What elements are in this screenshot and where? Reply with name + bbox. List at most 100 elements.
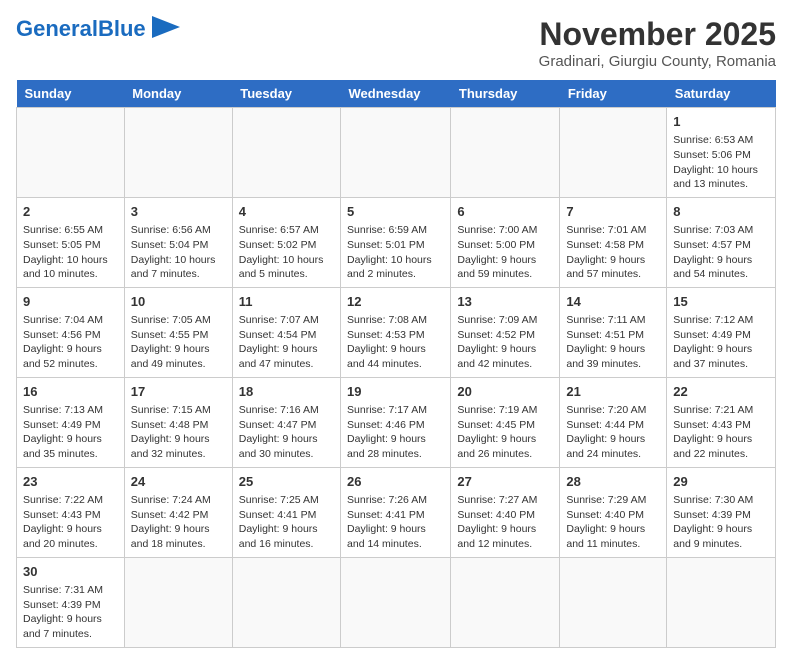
weekday-header-wednesday: Wednesday — [341, 80, 451, 108]
day-info: Sunrise: 7:13 AM Sunset: 4:49 PM Dayligh… — [23, 404, 103, 460]
day-info: Sunrise: 6:53 AM Sunset: 5:06 PM Dayligh… — [673, 134, 758, 190]
day-number: 25 — [239, 473, 334, 491]
calendar-cell — [341, 108, 451, 198]
day-number: 22 — [673, 383, 769, 401]
day-info: Sunrise: 7:08 AM Sunset: 4:53 PM Dayligh… — [347, 314, 427, 370]
day-number: 19 — [347, 383, 444, 401]
calendar-cell — [667, 557, 776, 647]
day-number: 30 — [23, 563, 118, 581]
calendar-cell: 5Sunrise: 6:59 AM Sunset: 5:01 PM Daylig… — [341, 197, 451, 287]
calendar-cell: 16 Sunrise: 7:13 AM Sunset: 4:49 PM Dayli… — [17, 377, 125, 467]
day-info: Sunrise: 7:21 AM Sunset: 4:43 PM Dayligh… — [673, 404, 753, 460]
calendar-cell — [451, 557, 560, 647]
day-info: Sunrise: 7:24 AM Sunset: 4:42 PM Dayligh… — [131, 494, 211, 550]
location-title: Gradinari, Giurgiu County, Romania — [539, 53, 776, 70]
calendar-cell: 22 Sunrise: 7:21 AM Sunset: 4:43 PM Dayli… — [667, 377, 776, 467]
day-info: Sunrise: 7:01 AM Sunset: 4:58 PM Dayligh… — [566, 224, 646, 280]
calendar-cell — [17, 108, 125, 198]
day-info: Sunrise: 7:07 AM Sunset: 4:54 PM Dayligh… — [239, 314, 319, 370]
day-info: Sunrise: 7:15 AM Sunset: 4:48 PM Dayligh… — [131, 404, 211, 460]
calendar-cell: 4 Sunrise: 6:57 AM Sunset: 5:02 PM Daylig… — [232, 197, 340, 287]
day-info: Sunrise: 7:30 AM Sunset: 4:39 PM Dayligh… — [673, 494, 753, 550]
calendar-cell: 1Sunrise: 6:53 AM Sunset: 5:06 PM Daylig… — [667, 108, 776, 198]
calendar-cell: 9Sunrise: 7:04 AM Sunset: 4:56 PM Daylig… — [17, 287, 125, 377]
calendar-cell: 18 Sunrise: 7:16 AM Sunset: 4:47 PM Dayli… — [232, 377, 340, 467]
day-info: Sunrise: 6:57 AM Sunset: 5:02 PM Dayligh… — [239, 224, 324, 280]
day-info: Sunrise: 7:16 AM Sunset: 4:47 PM Dayligh… — [239, 404, 319, 460]
day-number: 16 — [23, 383, 118, 401]
day-info: Sunrise: 7:03 AM Sunset: 4:57 PM Dayligh… — [673, 224, 753, 280]
day-info: Sunrise: 7:22 AM Sunset: 4:43 PM Dayligh… — [23, 494, 103, 550]
day-number: 6 — [457, 203, 553, 221]
day-info: Sunrise: 7:09 AM Sunset: 4:52 PM Dayligh… — [457, 314, 537, 370]
calendar-cell: 29 Sunrise: 7:30 AM Sunset: 4:39 PM Dayli… — [667, 467, 776, 557]
day-number: 23 — [23, 473, 118, 491]
calendar-cell: 13 Sunrise: 7:09 AM Sunset: 4:52 PM Dayli… — [451, 287, 560, 377]
calendar-week-2: 2Sunrise: 6:55 AM Sunset: 5:05 PM Daylig… — [17, 197, 776, 287]
day-number: 12 — [347, 293, 444, 311]
calendar-cell: 2Sunrise: 6:55 AM Sunset: 5:05 PM Daylig… — [17, 197, 125, 287]
day-number: 27 — [457, 473, 553, 491]
day-number: 10 — [131, 293, 226, 311]
calendar-cell: 23 Sunrise: 7:22 AM Sunset: 4:43 PM Dayli… — [17, 467, 125, 557]
calendar-cell — [124, 108, 232, 198]
weekday-header-thursday: Thursday — [451, 80, 560, 108]
logo-icon — [152, 16, 180, 38]
calendar-cell: 26 Sunrise: 7:26 AM Sunset: 4:41 PM Dayli… — [341, 467, 451, 557]
day-info: Sunrise: 7:12 AM Sunset: 4:49 PM Dayligh… — [673, 314, 753, 370]
day-info: Sunrise: 7:25 AM Sunset: 4:41 PM Dayligh… — [239, 494, 319, 550]
calendar-cell — [232, 557, 340, 647]
calendar-cell: 17 Sunrise: 7:15 AM Sunset: 4:48 PM Dayli… — [124, 377, 232, 467]
day-number: 26 — [347, 473, 444, 491]
day-info: Sunrise: 7:04 AM Sunset: 4:56 PM Dayligh… — [23, 314, 103, 370]
calendar-cell — [560, 108, 667, 198]
calendar-cell: 15 Sunrise: 7:12 AM Sunset: 4:49 PM Dayli… — [667, 287, 776, 377]
logo: GeneralBlue — [16, 16, 180, 43]
month-title: November 2025 — [539, 16, 776, 53]
day-info: Sunrise: 7:27 AM Sunset: 4:40 PM Dayligh… — [457, 494, 537, 550]
logo-general: General — [16, 16, 98, 41]
calendar-cell: 21Sunrise: 7:20 AM Sunset: 4:44 PM Dayli… — [560, 377, 667, 467]
calendar-cell: 28Sunrise: 7:29 AM Sunset: 4:40 PM Dayli… — [560, 467, 667, 557]
calendar-cell — [560, 557, 667, 647]
calendar-cell: 20Sunrise: 7:19 AM Sunset: 4:45 PM Dayli… — [451, 377, 560, 467]
day-number: 21 — [566, 383, 660, 401]
day-number: 13 — [457, 293, 553, 311]
weekday-header-row: SundayMondayTuesdayWednesdayThursdayFrid… — [17, 80, 776, 108]
day-info: Sunrise: 7:00 AM Sunset: 5:00 PM Dayligh… — [457, 224, 537, 280]
day-number: 29 — [673, 473, 769, 491]
day-info: Sunrise: 7:19 AM Sunset: 4:45 PM Dayligh… — [457, 404, 537, 460]
day-number: 7 — [566, 203, 660, 221]
weekday-header-tuesday: Tuesday — [232, 80, 340, 108]
day-number: 15 — [673, 293, 769, 311]
calendar-cell: 14 Sunrise: 7:11 AM Sunset: 4:51 PM Dayli… — [560, 287, 667, 377]
day-info: Sunrise: 7:11 AM Sunset: 4:51 PM Dayligh… — [566, 314, 645, 370]
weekday-header-saturday: Saturday — [667, 80, 776, 108]
calendar-cell: 25 Sunrise: 7:25 AM Sunset: 4:41 PM Dayli… — [232, 467, 340, 557]
calendar-cell: 6 Sunrise: 7:00 AM Sunset: 5:00 PM Daylig… — [451, 197, 560, 287]
day-info: Sunrise: 7:05 AM Sunset: 4:55 PM Dayligh… — [131, 314, 211, 370]
calendar-week-3: 9Sunrise: 7:04 AM Sunset: 4:56 PM Daylig… — [17, 287, 776, 377]
logo-text: GeneralBlue — [16, 16, 146, 41]
calendar-cell — [124, 557, 232, 647]
day-info: Sunrise: 6:55 AM Sunset: 5:05 PM Dayligh… — [23, 224, 108, 280]
day-info: Sunrise: 7:26 AM Sunset: 4:41 PM Dayligh… — [347, 494, 427, 550]
title-area: November 2025 Gradinari, Giurgiu County,… — [539, 16, 776, 70]
day-number: 5 — [347, 203, 444, 221]
day-info: Sunrise: 7:17 AM Sunset: 4:46 PM Dayligh… — [347, 404, 427, 460]
logo-blue: Blue — [98, 16, 146, 41]
calendar-cell: 27 Sunrise: 7:27 AM Sunset: 4:40 PM Dayli… — [451, 467, 560, 557]
calendar-cell: 19 Sunrise: 7:17 AM Sunset: 4:46 PM Dayli… — [341, 377, 451, 467]
day-number: 18 — [239, 383, 334, 401]
calendar-week-6: 30Sunrise: 7:31 AM Sunset: 4:39 PM Dayli… — [17, 557, 776, 647]
day-number: 14 — [566, 293, 660, 311]
header: GeneralBlue November 2025 Gradinari, Giu… — [16, 16, 776, 70]
weekday-header-monday: Monday — [124, 80, 232, 108]
calendar-cell: 11Sunrise: 7:07 AM Sunset: 4:54 PM Dayli… — [232, 287, 340, 377]
day-number: 4 — [239, 203, 334, 221]
day-number: 17 — [131, 383, 226, 401]
calendar-week-4: 16 Sunrise: 7:13 AM Sunset: 4:49 PM Dayli… — [17, 377, 776, 467]
day-number: 28 — [566, 473, 660, 491]
calendar-cell: 3Sunrise: 6:56 AM Sunset: 5:04 PM Daylig… — [124, 197, 232, 287]
weekday-header-friday: Friday — [560, 80, 667, 108]
